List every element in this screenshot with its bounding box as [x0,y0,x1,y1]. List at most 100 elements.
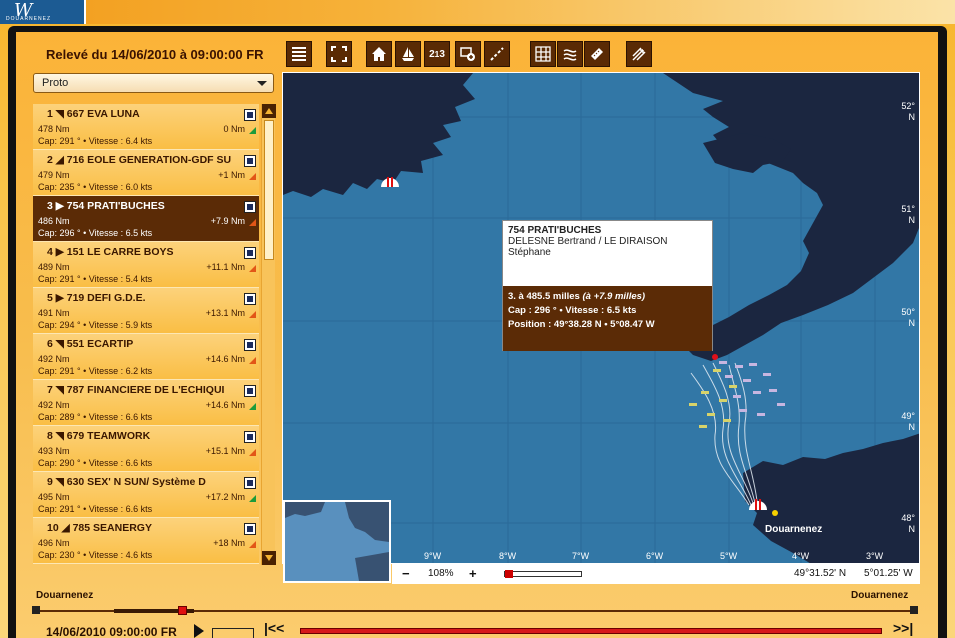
boat-row[interactable]: 5 ▶ 719 DEFI G.D.E. 491 Nm +13.1 Nm Cap:… [33,288,259,334]
boat-distance: 492 Nm [38,354,70,364]
boat-checkbox[interactable] [244,339,256,351]
minimap-canvas [285,502,389,581]
trend-up-icon [249,403,256,410]
boat-cap-speed: Cap: 291 ° • Vitesse : 5.4 kts [38,274,153,284]
boat-row[interactable]: 10 ◢ 785 SEANERGY 496 Nm +18 Nm Cap: 230… [33,518,259,564]
boat-distance: 491 Nm [38,308,70,318]
home-icon[interactable] [366,41,392,67]
boat-list: 1 ◥ 667 EVA LUNA 478 Nm 0 Nm Cap: 291 ° … [33,104,259,565]
boat-distance: 479 Nm [38,170,70,180]
lat-label: 51° N [901,204,915,225]
logo: W DOUARNENEZ [0,0,86,24]
boat-row[interactable]: 6 ◥ 551 ECARTIP 492 Nm +14.6 Nm Cap: 291… [33,334,259,380]
boat-checkbox[interactable] [244,293,256,305]
boat-row[interactable]: 7 ◥ 787 FINANCIERE DE L'ECHIQUI 492 Nm +… [33,380,259,426]
grid-icon[interactable] [530,41,556,67]
boat-list-scrollbar[interactable] [261,104,276,565]
timeline-position-handle[interactable] [178,606,187,615]
replay-progress-bar[interactable] [300,628,882,634]
list-icon[interactable] [286,41,312,67]
lat-label: 50° N [901,307,915,328]
popup-position: Position : 49°38.28 N • 5°08.47 W [508,319,655,330]
boat-row-selected[interactable]: 3 ▶ 754 PRATI'BUCHES 486 Nm +7.9 Nm Cap:… [33,196,259,242]
boat-distance: 486 Nm [38,216,70,226]
boat-row[interactable]: 4 ▶ 151 LE CARRE BOYS 489 Nm +11.1 Nm Ca… [33,242,259,288]
ranking-icon[interactable]: 213 [424,41,450,67]
boat-cap-speed: Cap: 290 ° • Vitesse : 6.6 kts [38,458,153,468]
category-select[interactable]: Proto [33,73,274,93]
wind-icon[interactable] [557,41,583,67]
chevron-down-icon [257,81,267,86]
boat-cap-speed: Cap: 291 ° • Vitesse : 6.6 kts [38,504,153,514]
boat-checkbox[interactable] [244,247,256,259]
play-icon[interactable] [194,624,204,638]
zoom-slider-handle[interactable] [505,570,513,578]
boat-checkbox[interactable] [244,523,256,535]
lon-label: 9°W [424,551,442,561]
trend-down-icon [249,541,256,548]
zoom-level: 108% [428,568,454,579]
boat-cap-speed: Cap: 291 ° • Vitesse : 6.2 kts [38,366,153,376]
boat-name: 7 ◥ 787 FINANCIERE DE L'ECHIQUI [47,384,225,396]
top-banner: W DOUARNENEZ [0,0,955,24]
boat-checkbox[interactable] [244,201,256,213]
fast-forward-icon[interactable]: >>| [893,620,913,636]
boat-cap-speed: Cap: 294 ° • Vitesse : 5.9 kts [38,320,153,330]
boat-name: 5 ▶ 719 DEFI G.D.E. [47,292,146,304]
boat-checkbox[interactable] [244,431,256,443]
timeline-end-marker [910,606,918,614]
trend-down-icon [249,357,256,364]
popup-header: 754 PRATI'BUCHES DELESNE Bertrand / LE D… [503,221,712,286]
lat-label: 49° N [901,411,915,432]
logo-mark: W [14,0,33,21]
boat-row[interactable]: 8 ◥ 679 TEAMWORK 493 Nm +15.1 Nm Cap: 29… [33,426,259,472]
lon-label: 5°W [720,551,738,561]
boat-name: 4 ▶ 151 LE CARRE BOYS [47,246,174,258]
sailboat-icon[interactable] [395,41,421,67]
boat-row[interactable]: 9 ◥ 630 SEX' N SUN/ Système D 495 Nm +17… [33,472,259,518]
scroll-thumb[interactable] [264,120,274,260]
boat-distance: 496 Nm [38,538,70,548]
lon-label: 3°W [866,551,884,561]
timeline-start-marker [32,606,40,614]
lon-label: 6°W [646,551,664,561]
boat-checkbox[interactable] [244,155,256,167]
trend-up-icon [249,127,256,134]
zoom-out-button[interactable]: − [402,566,410,581]
popup-crew: DELESNE Bertrand / LE DIRAISON Stéphane [508,236,668,258]
boat-gap: +18 Nm [213,538,245,548]
boat-distance: 478 Nm [38,124,70,134]
boat-gap: +15.1 Nm [205,446,245,456]
zoom-in-button[interactable]: + [469,566,477,581]
overview-minimap[interactable] [283,500,391,583]
boat-name: 2 ◢ 716 EOLE GENERATION-GDF SU [47,154,232,166]
zoom-in-icon[interactable] [455,41,481,67]
boat-checkbox[interactable] [244,109,256,121]
boat-info-popup: 754 PRATI'BUCHES DELESNE Bertrand / LE D… [502,220,713,351]
map-footer: − 108% + 49°31.52' N 5°01.25' W [392,564,920,584]
boat-name: 1 ◥ 667 EVA LUNA [47,108,140,120]
lat-label: 52° N [901,101,915,122]
ruler-icon[interactable] [584,41,610,67]
fullscreen-icon[interactable] [326,41,352,67]
boat-checkbox[interactable] [244,477,256,489]
rewind-icon[interactable]: |<< [264,620,284,636]
boat-gap: +11.1 Nm [206,262,245,272]
trend-down-icon [249,449,256,456]
boat-row[interactable]: 2 ◢ 716 EOLE GENERATION-GDF SU 479 Nm +1… [33,150,259,196]
boat-row[interactable]: 1 ◥ 667 EVA LUNA 478 Nm 0 Nm Cap: 291 ° … [33,104,259,150]
boat-checkbox[interactable] [244,385,256,397]
boat-distance: 493 Nm [38,446,70,456]
lon-label: 8°W [499,551,517,561]
boat-gap: +7.9 Nm [210,216,245,226]
boat-cap-speed: Cap: 235 ° • Vitesse : 6.0 kts [38,182,153,192]
wind-arrows-icon[interactable] [626,41,652,67]
scroll-down-icon[interactable] [262,551,276,565]
route-icon[interactable] [484,41,510,67]
boat-gap: +14.6 Nm [205,354,245,364]
lat-label: 48° N [901,513,915,534]
scroll-up-icon[interactable] [262,104,276,118]
boat-distance: 489 Nm [38,262,70,272]
zoom-slider[interactable] [504,570,582,578]
speed-control[interactable] [212,628,254,638]
